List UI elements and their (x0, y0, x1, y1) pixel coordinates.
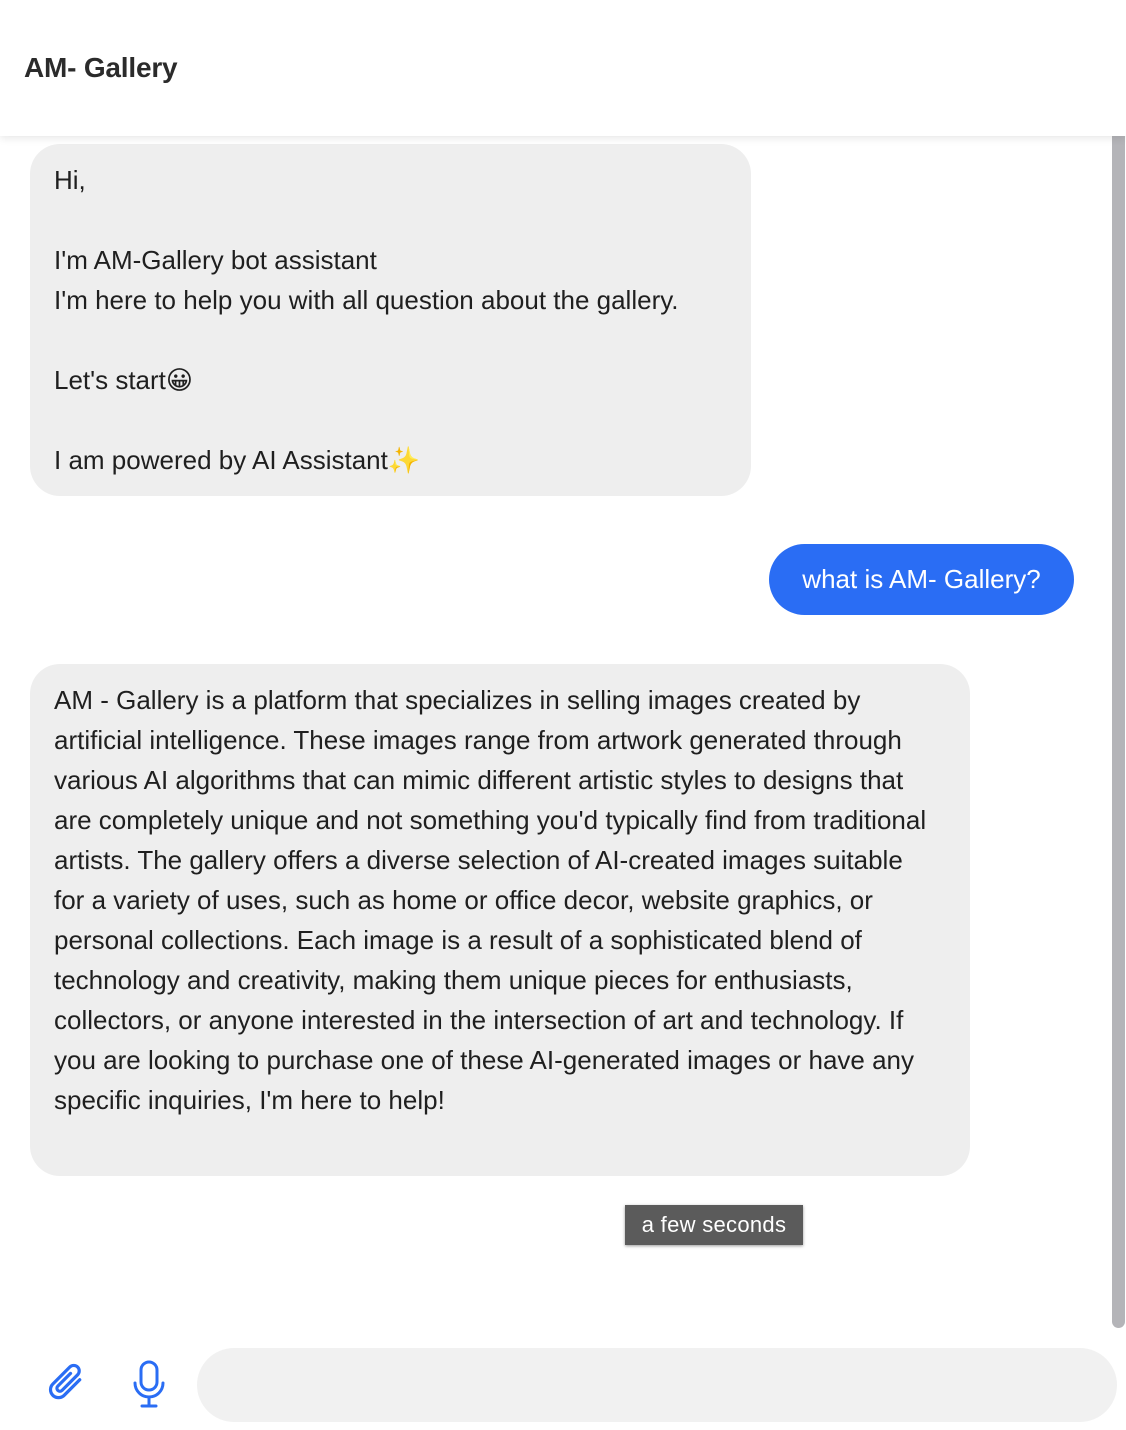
welcome-line: Hi, (54, 165, 86, 195)
message-composer (0, 1336, 1126, 1430)
timestamp-tooltip: a few seconds (625, 1205, 803, 1245)
chat-header: AM- Gallery (0, 0, 1126, 136)
welcome-line (54, 400, 727, 440)
chat-title: AM- Gallery (24, 52, 178, 83)
paperclip-icon (48, 1363, 82, 1400)
microphone-button[interactable] (124, 1356, 174, 1412)
welcome-line: I'm AM-Gallery bot assistant (54, 245, 377, 275)
scrollbar-thumb[interactable] (1112, 130, 1125, 1328)
bot-welcome-message: Hi, I'm AM-Gallery bot assistant I'm her… (30, 144, 751, 496)
message-input[interactable] (197, 1348, 1117, 1422)
welcome-line: I'm here to help you with all question a… (54, 285, 679, 315)
welcome-line (54, 200, 727, 240)
user-message: what is AM- Gallery? (769, 544, 1074, 615)
welcome-line (54, 320, 727, 360)
chat-window: AM- Gallery Hi, I'm AM-Gallery bot assis… (0, 0, 1126, 1430)
welcome-line: I am powered by AI Assistant✨ (54, 445, 421, 475)
bot-answer-message: AM - Gallery is a platform that speciali… (30, 664, 970, 1176)
microphone-icon (133, 1360, 165, 1408)
welcome-line: Let's start😀 (54, 365, 194, 395)
attach-button[interactable] (42, 1356, 92, 1412)
